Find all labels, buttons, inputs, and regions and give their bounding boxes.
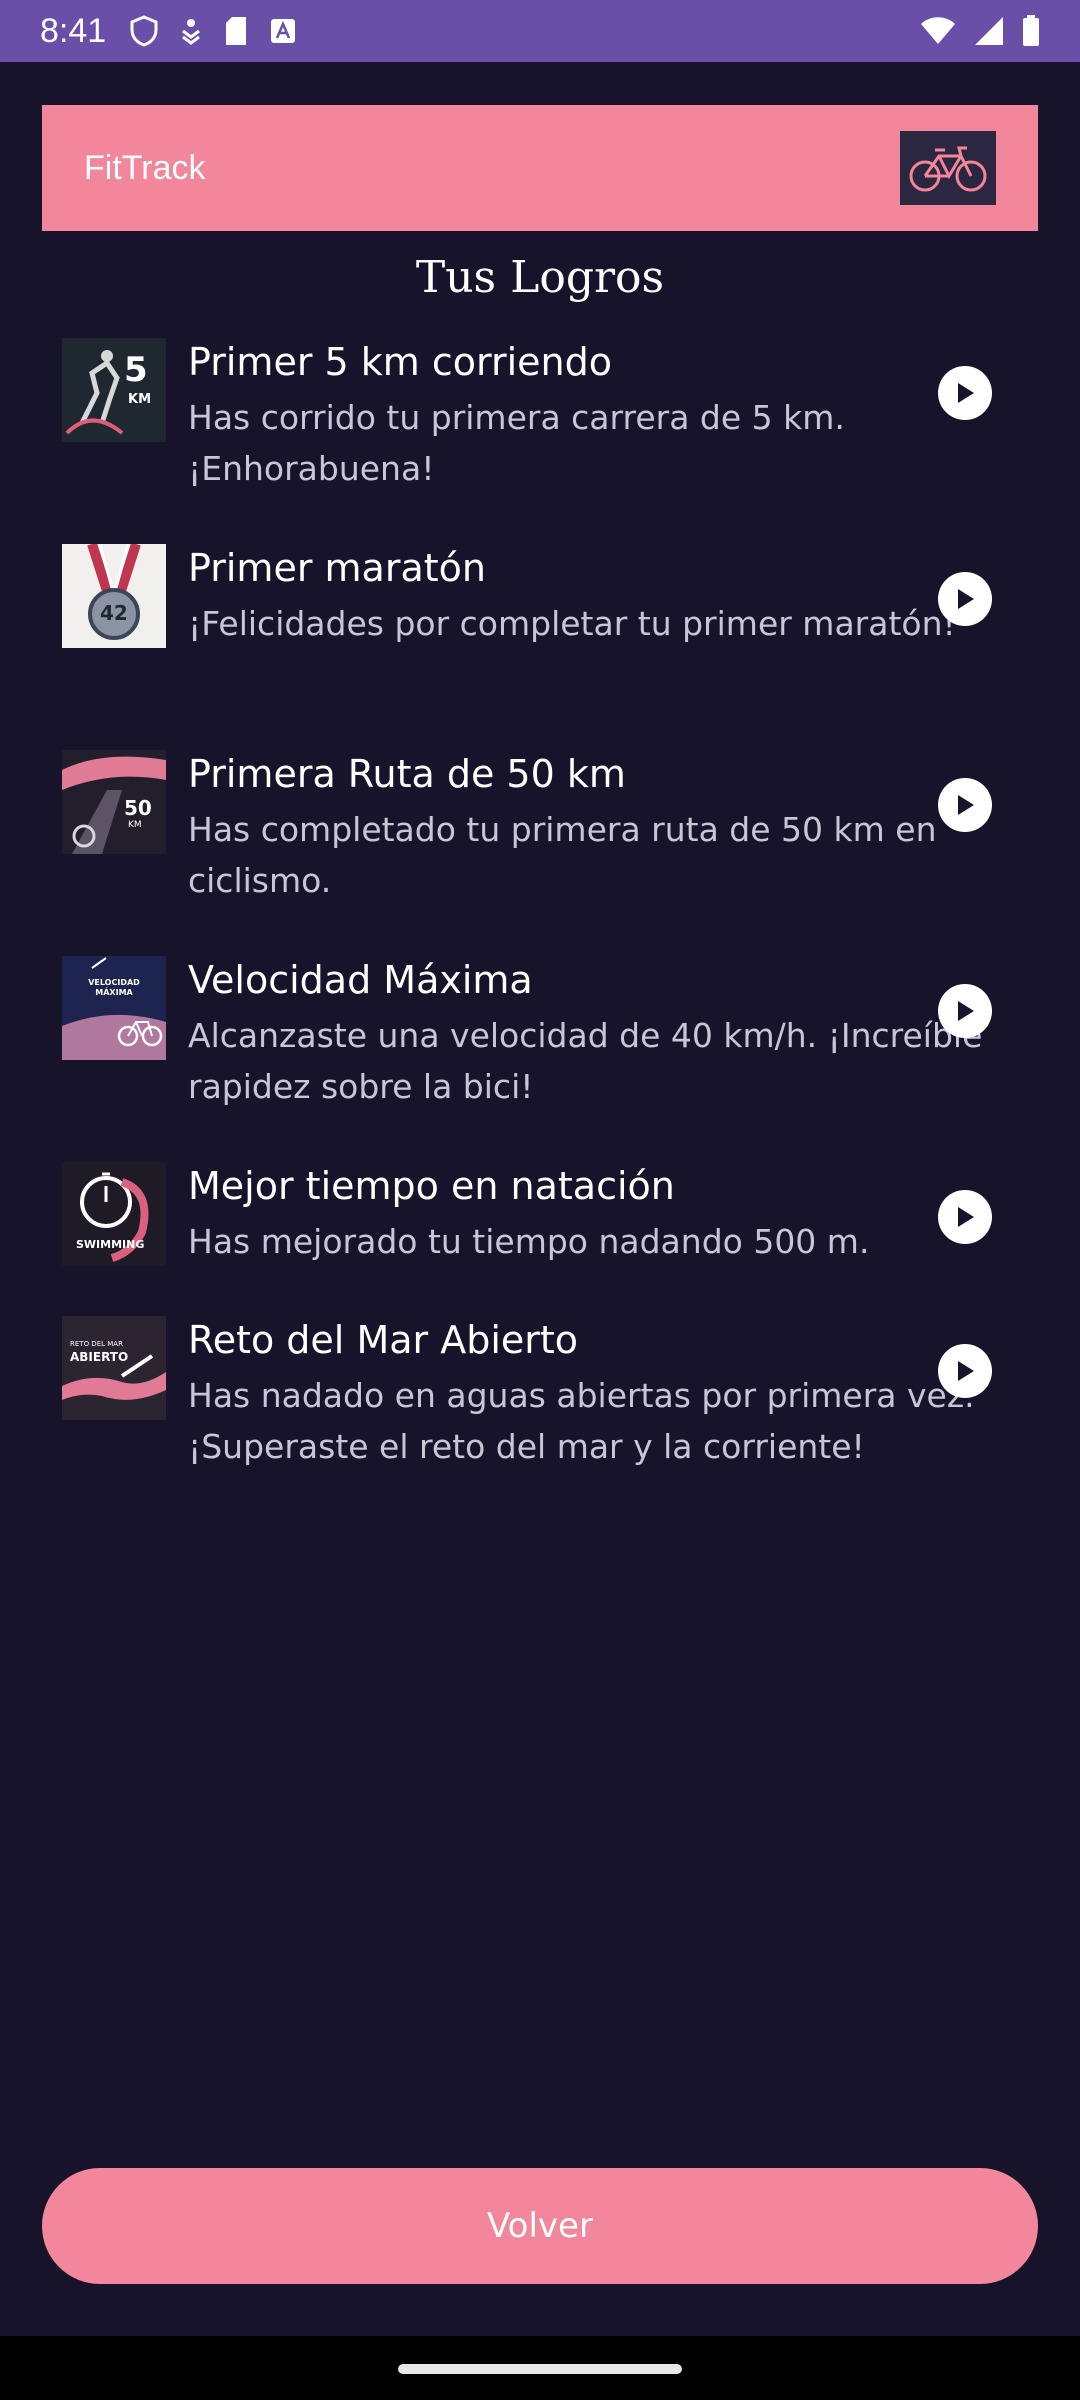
thumb-caption: SWIMMING (76, 1238, 145, 1251)
play-button[interactable] (938, 572, 992, 626)
thumb-number: 42 (100, 601, 128, 625)
thumb-unit: KM (128, 392, 152, 407)
app-title: FitTrack (84, 148, 206, 187)
thumb-unit: KM (128, 820, 142, 830)
thumb-number: 5 (124, 350, 148, 390)
achievement-description: Alcanzaste una velocidad de 40 km/h. ¡In… (188, 1016, 983, 1106)
achievement-description: Has corrido tu primera carrera de 5 km. … (188, 398, 845, 488)
status-time: 8:41 (40, 11, 107, 50)
achievement-title: Reto del Mar Abierto (188, 1318, 579, 1362)
cycling-road-icon: 50 KM (62, 750, 166, 854)
achievement-description: Has completado tu primera ruta de 50 km … (188, 810, 937, 900)
play-icon (958, 1001, 974, 1021)
achievement-description: Has nadado en aguas abiertas por primera… (188, 1376, 975, 1466)
play-icon (958, 1207, 974, 1227)
wifi-icon (920, 16, 956, 46)
thumb-caption: ABIERTO (70, 1350, 129, 1364)
battery-icon (1022, 15, 1040, 47)
play-button[interactable] (938, 778, 992, 832)
thumb-number: 50 (124, 796, 152, 820)
a-box-icon (270, 18, 296, 44)
achievement-description: ¡Felicidades por completar tu primer mar… (188, 604, 956, 643)
thumb-subcaption: RETO DEL MAR (70, 1340, 123, 1348)
achievement-title: Velocidad Máxima (188, 958, 533, 1002)
shield-icon (130, 15, 158, 47)
thumb-caption: VELOCIDAD MÁXIMA (88, 978, 140, 997)
app-bar: FitTrack (42, 105, 1038, 231)
play-button[interactable] (938, 366, 992, 420)
page-title: Tus Logros (415, 252, 665, 303)
achievement-title: Mejor tiempo en natación (188, 1164, 675, 1208)
play-button[interactable] (938, 1344, 992, 1398)
medal-icon: 42 (62, 544, 166, 648)
signal-stack-icon (180, 17, 202, 45)
achievement-title: Primer maratón (188, 546, 486, 590)
achievement-description: Has mejorado tu tiempo nadando 500 m. (188, 1222, 870, 1261)
back-button[interactable]: Volver (42, 2168, 1038, 2284)
bicycle-logo-icon (900, 131, 996, 205)
speed-bike-icon: VELOCIDAD MÁXIMA (62, 956, 166, 1060)
play-icon (958, 795, 974, 815)
open-water-icon: RETO DEL MAR ABIERTO (62, 1316, 166, 1420)
play-icon (958, 383, 974, 403)
stopwatch-icon: SWIMMING (62, 1162, 166, 1266)
achievement-title: Primer 5 km corriendo (188, 340, 612, 384)
home-gesture-handle[interactable] (398, 2364, 682, 2374)
play-icon (958, 1361, 974, 1381)
sd-card-icon (224, 16, 248, 46)
play-button[interactable] (938, 984, 992, 1038)
play-button[interactable] (938, 1190, 992, 1244)
achievement-title: Primera Ruta de 50 km (188, 752, 626, 796)
status-bar: 8:41 (0, 0, 1080, 62)
cell-signal-icon (974, 16, 1004, 46)
runner-5k-icon: 5 KM (62, 338, 166, 442)
play-icon (958, 589, 974, 609)
